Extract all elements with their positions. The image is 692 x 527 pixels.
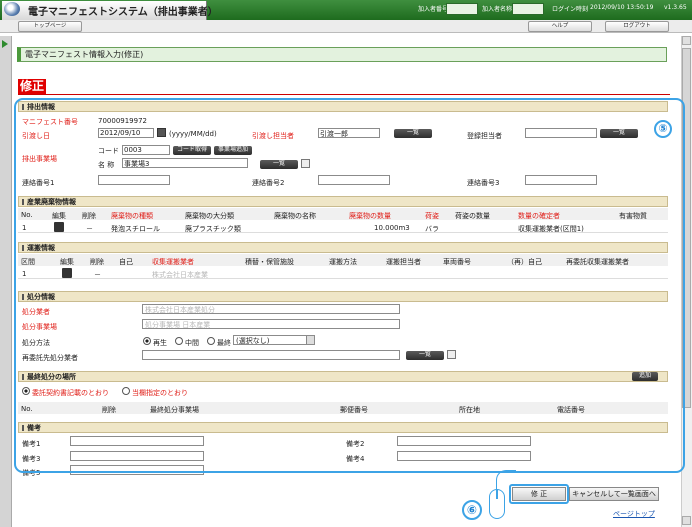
page-top-link[interactable]: ページトップ [613, 509, 655, 519]
mode-underline [18, 94, 670, 95]
cancel-to-list-button[interactable]: キャンセルして一覧画面へ [569, 487, 659, 501]
page-title: 電子マニフェスト情報入力(修正) [17, 47, 667, 62]
jwnet-logo-icon [4, 2, 20, 16]
login-time-label: ログイン時刻 [552, 6, 589, 13]
subscriber-no-label: 加入者番号 [418, 6, 449, 13]
subscriber-no-box [446, 3, 478, 15]
mouse-cord [496, 470, 516, 489]
callout-6: ⑥ [462, 500, 482, 520]
version: v1.3.65 [664, 4, 687, 11]
help-button[interactable]: ヘルプ [528, 21, 592, 32]
login-time: 2012/09/10 13:50:19 [590, 4, 654, 11]
modify-button[interactable]: 修 正 [512, 487, 566, 501]
edit-area-highlight [14, 98, 685, 473]
scroll-down-button[interactable] [682, 516, 691, 525]
subscriber-name-box [512, 3, 544, 15]
app-title: 電子マニフェストシステム（排出事業者） [28, 7, 218, 18]
mouse-button-divider [496, 489, 498, 499]
subscriber-name-label: 加入者名称 [482, 6, 513, 13]
side-panel-toggle[interactable] [0, 36, 12, 527]
top-page-button[interactable]: トップページ [18, 21, 82, 32]
mode-badge: 修正 [18, 79, 47, 94]
logout-button[interactable]: ログアウト [605, 21, 669, 32]
expand-arrow-icon[interactable] [2, 40, 8, 48]
scroll-up-button[interactable] [682, 36, 691, 45]
callout-5: ⑤ [654, 120, 672, 138]
